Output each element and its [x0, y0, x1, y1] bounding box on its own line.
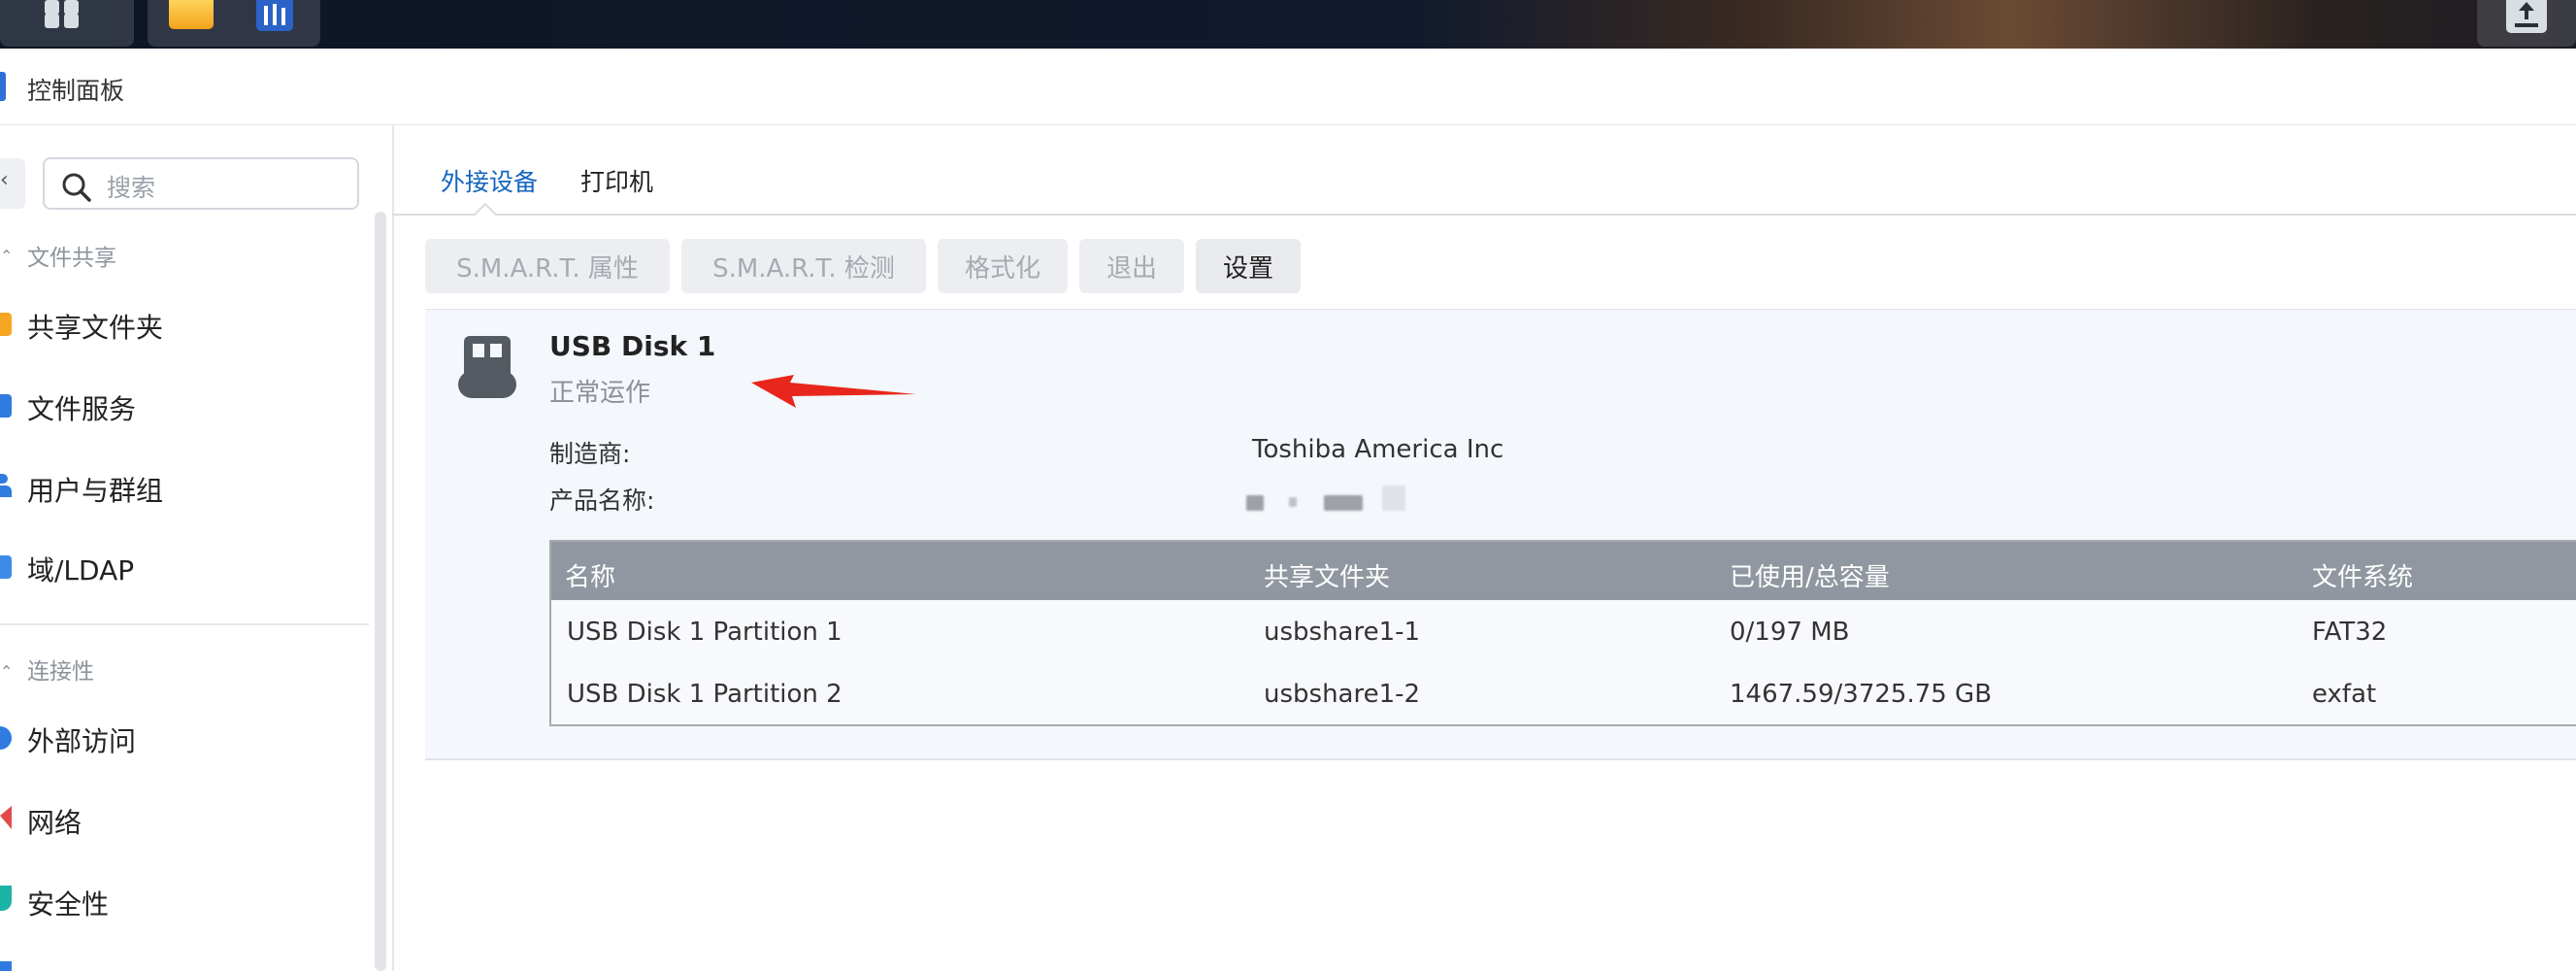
- tab-bar-border: [392, 214, 2576, 216]
- active-tab-indicator: [474, 202, 497, 225]
- partition-capacity: 0/197 MB: [1730, 618, 1850, 647]
- partition-filesystem: exfat: [2312, 680, 2377, 709]
- shared-folder-icon: [0, 313, 12, 336]
- sidebar-item-external-access[interactable]: 外部访问: [27, 720, 136, 759]
- section-caret-icon[interactable]: ⌃: [0, 662, 13, 681]
- section-caret-icon[interactable]: ⌃: [0, 247, 13, 265]
- sidebar-section-connectivity[interactable]: 连接性: [27, 653, 94, 686]
- smart-test-button[interactable]: S.M.A.R.T. 检测: [681, 239, 926, 293]
- sidebar-section-file-sharing[interactable]: 文件共享: [27, 239, 116, 272]
- sidebar-item-file-services[interactable]: 文件服务: [27, 388, 136, 427]
- control-panel-icon[interactable]: [256, 0, 293, 31]
- column-header-filesystem[interactable]: 文件系统: [2312, 557, 2413, 593]
- domain-ldap-icon: [0, 555, 12, 579]
- sidebar-item-user-group[interactable]: 用户与群组: [27, 470, 163, 509]
- sidebar-item-network[interactable]: 网络: [27, 802, 82, 841]
- partition-name: USB Disk 1 Partition 1: [567, 618, 842, 647]
- back-button[interactable]: ‹: [0, 158, 25, 209]
- file-station-icon[interactable]: [169, 0, 214, 29]
- main-menu-button[interactable]: [0, 0, 134, 47]
- partition-name: USB Disk 1 Partition 2: [567, 680, 842, 709]
- table-header: [551, 542, 2576, 600]
- upload-tasks-button[interactable]: [2477, 0, 2576, 47]
- partition-filesystem: FAT32: [2312, 618, 2388, 647]
- search-icon: [62, 173, 91, 202]
- control-panel-app-icon: [0, 72, 6, 101]
- sidebar-scrollbar[interactable]: [375, 212, 386, 971]
- table-row[interactable]: [551, 664, 2576, 724]
- sidebar-item-cutoff-icon: [0, 961, 12, 971]
- file-services-icon: [0, 394, 12, 418]
- partition-capacity: 1467.59/3725.75 GB: [1730, 680, 1993, 709]
- column-header-shared-folder[interactable]: 共享文件夹: [1264, 557, 1390, 593]
- format-button[interactable]: 格式化: [938, 239, 1068, 293]
- taskbar-app-group[interactable]: [148, 0, 320, 47]
- manufacturer-label: 制造商:: [549, 440, 631, 468]
- column-header-name[interactable]: 名称: [565, 557, 615, 593]
- device-status: 正常运作: [549, 379, 651, 408]
- annotation-arrow-icon: [751, 375, 916, 408]
- sidebar-item-shared-folder[interactable]: 共享文件夹: [27, 307, 163, 346]
- window-title: 控制面板: [27, 77, 125, 105]
- user-group-icon: [0, 474, 12, 497]
- chevron-left-icon: ‹: [0, 168, 9, 192]
- column-header-capacity[interactable]: 已使用/总容量: [1730, 557, 1890, 593]
- network-icon: [0, 806, 12, 829]
- sidebar-divider: [0, 623, 369, 625]
- search-placeholder: 搜索: [107, 174, 156, 202]
- partition-shared-folder: usbshare1-1: [1264, 618, 1421, 647]
- window-titlebar: [0, 49, 2576, 125]
- sidebar-item-domain-ldap[interactable]: 域/LDAP: [27, 550, 134, 588]
- sidebar-item-security[interactable]: 安全性: [27, 884, 109, 922]
- usb-drive-icon: [458, 336, 516, 398]
- tab-external-devices[interactable]: 外接设备: [441, 163, 538, 198]
- eject-button[interactable]: 退出: [1079, 239, 1184, 293]
- smart-attributes-button[interactable]: S.M.A.R.T. 属性: [425, 239, 670, 293]
- manufacturer-value: Toshiba America Inc: [1252, 435, 1504, 464]
- upload-icon: [2506, 0, 2547, 33]
- table-row[interactable]: [551, 602, 2576, 662]
- partition-shared-folder: usbshare1-2: [1264, 680, 1421, 709]
- product-name-label: 产品名称:: [549, 486, 655, 515]
- product-name-redacted: [1246, 486, 1440, 519]
- desktop-taskbar: [0, 0, 2576, 49]
- device-name: USB Disk 1: [549, 330, 716, 362]
- settings-button[interactable]: 设置: [1196, 239, 1301, 293]
- tab-printer[interactable]: 打印机: [580, 163, 653, 198]
